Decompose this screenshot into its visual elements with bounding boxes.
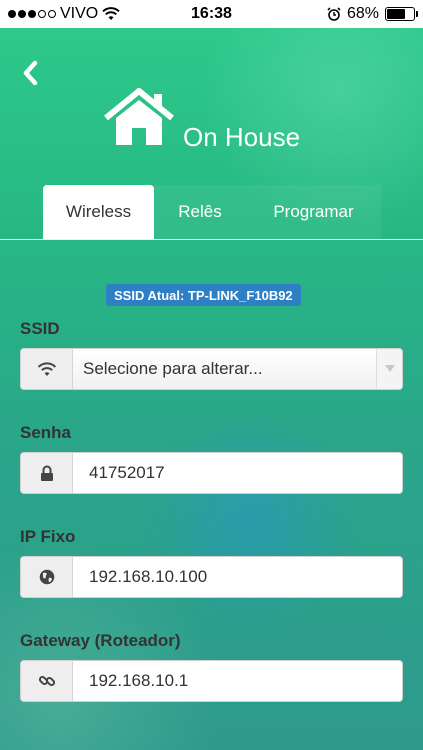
ssid-label: SSID	[20, 319, 60, 338]
globe-icon	[21, 557, 73, 597]
tab-divider	[0, 239, 423, 240]
senha-input[interactable]: 41752017	[20, 452, 403, 494]
signal-strength-icon	[8, 10, 56, 18]
app-title: On House	[183, 122, 301, 152]
lock-icon	[21, 453, 73, 493]
back-chevron-icon[interactable]	[18, 58, 42, 88]
status-bar-left: VIVO	[8, 5, 120, 23]
ip-fixo-label: IP Fixo	[20, 527, 76, 546]
senha-label: Senha	[20, 423, 72, 442]
battery-icon	[385, 7, 418, 21]
status-bar-right: 68%	[327, 5, 418, 23]
battery-percent: 68%	[346, 5, 379, 22]
house-logo-icon	[104, 88, 174, 145]
ip-fixo-value: 192.168.10.100	[89, 567, 208, 586]
wifi-signal-icon	[102, 7, 120, 20]
gateway-label: Gateway (Roteador)	[20, 631, 181, 650]
ip-fixo-input[interactable]: 192.168.10.100	[20, 556, 403, 598]
status-bar: VIVO 16:38 68%	[0, 0, 423, 28]
caret-down-icon	[376, 349, 402, 389]
link-icon	[21, 661, 73, 701]
ssid-select-value: Selecione para alterar...	[73, 349, 376, 389]
tab-bar: Wireless Relês Programar	[43, 185, 381, 239]
wifi-icon	[21, 349, 73, 389]
current-ssid-badge: SSID Atual: TP-LINK_F10B92	[106, 284, 301, 306]
tab-reles[interactable]: Relês	[154, 185, 246, 239]
ssid-select[interactable]: Selecione para alterar...	[20, 348, 403, 390]
carrier-name: VIVO	[60, 5, 99, 22]
senha-value: 41752017	[89, 463, 165, 482]
gateway-value: 192.168.10.1	[89, 671, 189, 690]
alarm-icon	[327, 7, 341, 21]
gateway-input[interactable]: 192.168.10.1	[20, 660, 403, 702]
tab-programar[interactable]: Programar	[246, 185, 381, 239]
tab-wireless[interactable]: Wireless	[43, 185, 154, 239]
